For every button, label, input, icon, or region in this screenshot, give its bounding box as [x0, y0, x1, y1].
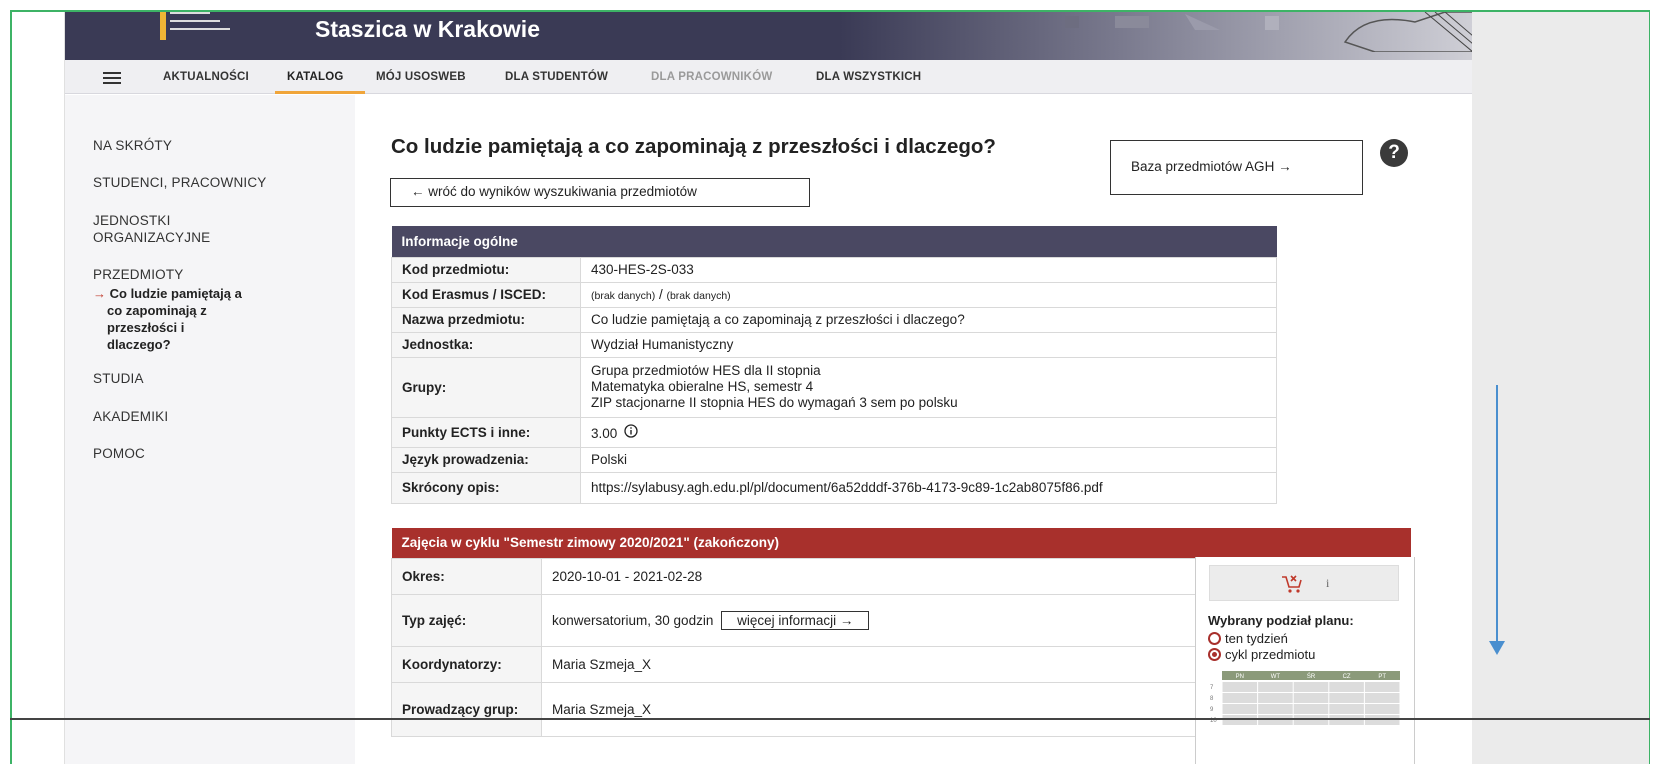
- grid-cell: [1329, 704, 1364, 714]
- general-info-table: Informacje ogólne Kod przedmiotu: 430-HE…: [391, 226, 1277, 504]
- day-label: ŚR: [1307, 672, 1316, 680]
- cart-remove-icon: [1282, 575, 1302, 593]
- pdf-link[interactable]: https://sylabusy.agh.edu.pl/pl/document/…: [580, 471, 1277, 504]
- sidebar-item-jednostki[interactable]: JEDNOSTKI: [93, 213, 171, 228]
- active-tab-indicator: [275, 91, 365, 94]
- radio-subject-cycle[interactable]: cykl przedmiotu: [1208, 647, 1315, 662]
- table-row: Grupy: Grupa przedmiotów HES dla II stop…: [391, 356, 1277, 418]
- plan-title: Wybrany podział planu:: [1208, 613, 1354, 628]
- sidebar-item-studia[interactable]: STUDIA: [93, 371, 144, 386]
- grid-cell: [1293, 682, 1329, 692]
- nav-dla-studentow[interactable]: DLA STUDENTÓW: [505, 71, 608, 83]
- sidebar-item-studenci[interactable]: STUDENCI, PRACOWNICY: [93, 175, 267, 190]
- table-row: Język prowadzenia: Polski: [391, 446, 1277, 473]
- nav-aktualnosci[interactable]: AKTUALNOŚCI: [163, 71, 249, 83]
- cycle-header: Zajęcia w cyklu "Semestr zimowy 2020/202…: [391, 528, 1411, 558]
- nav-dla-pracownikow[interactable]: DLA PRACOWNIKÓW: [651, 71, 772, 83]
- table-row: Kod Erasmus / ISCED: (brak danych) / (br…: [391, 281, 1277, 308]
- plan-panel: i Wybrany podział planu: ten tydzień cyk…: [1195, 557, 1415, 764]
- grid-cell: [1258, 682, 1293, 692]
- grid-cell: [1258, 704, 1293, 714]
- table-row: Punkty ECTS i inne: 3.00: [391, 416, 1277, 448]
- grid-cell: [1364, 693, 1400, 703]
- main-content: Co ludzie pamiętają a co zapominają z pr…: [355, 95, 1472, 764]
- hour-label: 8: [1210, 696, 1214, 702]
- grid-cell: [1293, 715, 1329, 725]
- sidebar-item-pomoc[interactable]: POMOC: [93, 446, 145, 461]
- main-nav: AKTUALNOŚCI KATALOG MÓJ USOSWEB DLA STUD…: [65, 60, 1472, 94]
- sidebar-item-jednostki-line2[interactable]: ORGANIZACYJNE: [93, 230, 210, 245]
- grid-cell: [1222, 682, 1258, 692]
- info-circle-icon[interactable]: [624, 423, 638, 438]
- grid-cell: [1222, 693, 1258, 703]
- day-label: WT: [1271, 674, 1281, 680]
- day-label: CZ: [1343, 674, 1351, 680]
- arrow-down-icon: [1489, 641, 1505, 655]
- nav-dla-wszystkich[interactable]: DLA WSZYSTKICH: [816, 71, 921, 83]
- table-header: Informacje ogólne: [391, 226, 1277, 257]
- info-text: i: [1326, 576, 1330, 590]
- baza-przedmiotow-button[interactable]: Baza przedmiotów AGH →: [1110, 140, 1363, 195]
- grid-cell: [1222, 715, 1258, 725]
- sidebar-item-akademiki[interactable]: AKADEMIKI: [93, 409, 168, 424]
- nav-moj-usosweb[interactable]: MÓJ USOSWEB: [376, 71, 466, 83]
- sidebar: NA SKRÓTY STUDENCI, PRACOWNICY JEDNOSTKI…: [65, 95, 355, 764]
- grid-cell: [1364, 704, 1400, 714]
- grid-cell: [1258, 693, 1293, 703]
- hour-label: 9: [1210, 707, 1214, 713]
- radio-this-week[interactable]: ten tydzień: [1208, 631, 1288, 646]
- grid-cell: [1329, 715, 1364, 725]
- usosweb-page: Staszica w Krakowie AKTUALNOŚCI KATALOG …: [64, 12, 1472, 764]
- sidebar-item-na-skroty[interactable]: NA SKRÓTY: [93, 138, 172, 153]
- hour-label: 7: [1210, 685, 1214, 691]
- page-title: Co ludzie pamiętają a co zapominają z pr…: [391, 135, 996, 158]
- remove-from-plan-button[interactable]: i: [1209, 565, 1399, 601]
- table-row: Kod przedmiotu: 430-HES-2S-033: [391, 256, 1277, 283]
- table-row: Skrócony opis: https://sylabusy.agh.edu.…: [391, 471, 1277, 504]
- grid-cell: [1364, 715, 1400, 725]
- sidebar-item-przedmioty[interactable]: PRZEDMIOTY: [93, 267, 184, 282]
- decorative-letters-icon: [1065, 12, 1472, 52]
- back-to-results-button[interactable]: ← wróć do wyników wyszukiwania przedmiot…: [390, 178, 810, 207]
- table-row: Jednostka: Wydział Humanistyczny: [391, 331, 1277, 358]
- nav-katalog[interactable]: KATALOG: [287, 71, 344, 83]
- day-label: PT: [1378, 674, 1386, 680]
- grid-cell: [1258, 715, 1293, 725]
- grid-cell: [1293, 693, 1329, 703]
- sidebar-current-subject[interactable]: → Co ludzie pamiętają a co zapominają z …: [93, 285, 242, 353]
- logo[interactable]: [145, 12, 235, 52]
- browser-frame: Staszica w Krakowie AKTUALNOŚCI KATALOG …: [10, 10, 1650, 764]
- grid-cell: [1329, 682, 1364, 692]
- more-info-button[interactable]: więcej informacji →: [721, 610, 870, 630]
- grid-cell: [1293, 704, 1329, 714]
- banner-title: Staszica w Krakowie: [315, 16, 540, 42]
- help-icon[interactable]: ?: [1380, 139, 1408, 167]
- table-row: Nazwa przedmiotu: Co ludzie pamiętają a …: [391, 306, 1277, 333]
- header-banner: Staszica w Krakowie: [65, 12, 1472, 60]
- scroll-down-arrow: [1496, 385, 1498, 645]
- arrow-right-icon: →: [93, 286, 106, 301]
- grid-cell: [1222, 704, 1258, 714]
- menu-icon[interactable]: [103, 72, 121, 84]
- day-label: PN: [1236, 674, 1244, 680]
- grid-cell: [1329, 693, 1364, 703]
- grid-cell: [1364, 682, 1400, 692]
- bottom-border: [10, 718, 1650, 720]
